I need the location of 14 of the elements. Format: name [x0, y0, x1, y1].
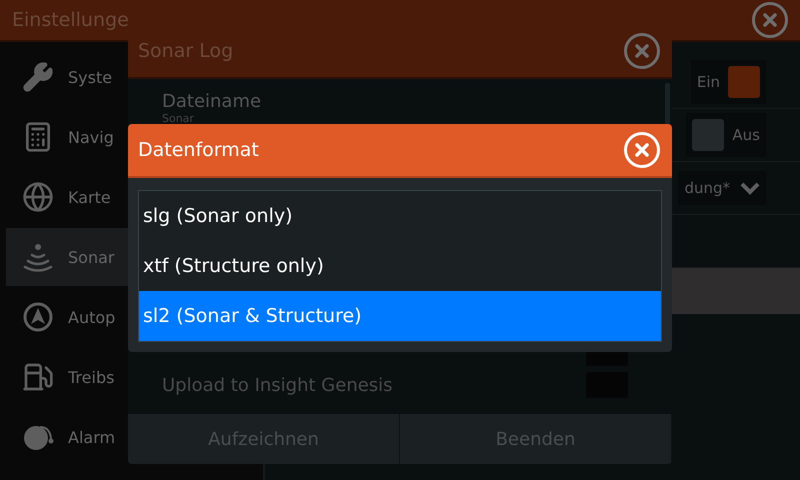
sidebar-label: Autop — [68, 308, 116, 326]
dropdown-value: dung* — [684, 179, 730, 197]
sidebar-label: Sonar — [68, 248, 114, 266]
sidebar-label: Navig — [68, 128, 114, 146]
sidebar-label: Karte — [68, 188, 111, 206]
sidebar-label: Syste — [68, 68, 112, 86]
dialog-title: Datenformat — [138, 139, 259, 161]
sidebar-label: Treibs — [68, 368, 114, 386]
toggle-label: Aus — [732, 126, 760, 144]
toggle-label: Ein — [696, 73, 720, 91]
option-label: Upload to Insight Genesis — [162, 374, 393, 396]
field-label: Dateiname — [162, 91, 262, 112]
sidebar-label: Alarm — [68, 428, 116, 446]
field-value: Sonar — [162, 112, 195, 125]
